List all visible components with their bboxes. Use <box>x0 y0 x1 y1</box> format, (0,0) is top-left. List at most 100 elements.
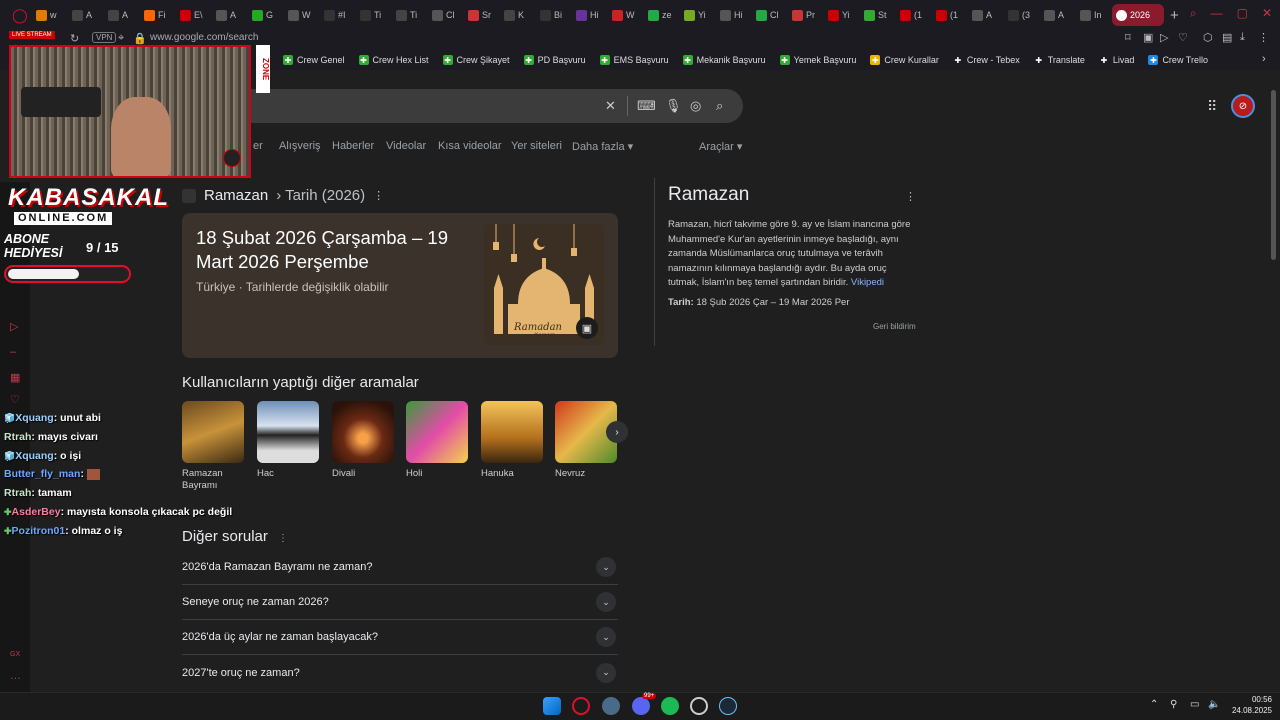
lens-icon[interactable]: ◎ <box>690 98 701 114</box>
bookmark-item[interactable]: ✚ PD Başvuru <box>523 55 586 65</box>
tab-tools[interactable]: Araçlar ▾ <box>699 140 742 153</box>
ramadan-image[interactable]: Ramadan Kareem ▣ <box>484 224 604 345</box>
keyboard-icon[interactable]: ⌨ <box>637 98 656 114</box>
browser-tab[interactable]: A <box>212 4 248 26</box>
bookmarks-more-icon[interactable]: › <box>1262 53 1266 65</box>
tile-label[interactable]: Hac <box>257 468 317 480</box>
browser-tab[interactable]: Pr <box>788 4 824 26</box>
browser-tab[interactable]: w <box>32 4 68 26</box>
browser-tab[interactable]: G <box>248 4 284 26</box>
bookmark-item[interactable]: ✚ Yemek Başvuru <box>779 55 856 65</box>
sidebar-player-icon[interactable]: ▷ <box>10 320 18 333</box>
sidebar-heart-icon[interactable]: ♡ <box>10 393 20 406</box>
app-circle-icon[interactable] <box>690 697 708 715</box>
bookmark-item[interactable]: ✚ Crew Şikayet <box>442 55 510 65</box>
tile-hanuka[interactable] <box>481 401 543 463</box>
browser-tab[interactable]: In <box>1076 4 1112 26</box>
reload-icon[interactable]: ↻ <box>70 32 79 45</box>
kp-title[interactable]: Ramazan <box>204 187 268 204</box>
browser-tab[interactable]: W <box>284 4 320 26</box>
bookmark-item[interactable]: ✚ Crew Genel <box>283 55 345 65</box>
maximize-button[interactable]: ▢ <box>1237 6 1248 21</box>
search-tabs-icon[interactable]: ⌕ <box>1190 6 1197 21</box>
tile-label[interactable]: Ramazan Bayramı <box>182 468 242 492</box>
browser-tab[interactable]: Yi <box>680 4 716 26</box>
new-tab-button[interactable]: + <box>1170 7 1179 24</box>
chevron-down-icon[interactable]: ⌄ <box>596 662 616 683</box>
tile-hac[interactable] <box>257 401 319 463</box>
browser-tab[interactable]: A <box>968 4 1004 26</box>
tray-volume-icon[interactable]: 🔈 <box>1208 699 1220 710</box>
play-icon[interactable]: ▷ <box>1160 31 1168 44</box>
chevron-down-icon[interactable]: ⌄ <box>596 557 616 577</box>
browser-tab[interactable]: A <box>1040 4 1076 26</box>
tab-short-videos[interactable]: Kısa videolar <box>438 140 502 152</box>
bookmark-icon[interactable]: ⌑ <box>1125 31 1131 44</box>
apps-grid-icon[interactable]: ⠿ <box>1207 98 1217 115</box>
mic-icon[interactable]: 🎙 <box>665 98 682 114</box>
bookmark-item[interactable]: ✚ Translate <box>1033 55 1085 65</box>
wallet-icon[interactable]: ▤ <box>1222 31 1232 44</box>
tab-more[interactable]: Daha fazla ▾ <box>572 140 633 153</box>
browser-tab[interactable]: Cl <box>428 4 464 26</box>
tab-active[interactable]: 2026 <box>1112 4 1164 26</box>
tray-chevron-icon[interactable]: ⌃ <box>1150 699 1158 710</box>
bookmark-item[interactable]: ✚ Crew - Tebex <box>952 55 1020 65</box>
bookmark-item[interactable]: ✚ Crew Kurallar <box>870 55 939 65</box>
address-field[interactable]: www.google.com/search <box>150 32 258 43</box>
bookmark-item[interactable]: ✚ EMS Başvuru <box>599 55 669 65</box>
browser-tab[interactable]: Hi <box>572 4 608 26</box>
browser-tab[interactable]: Bi <box>536 4 572 26</box>
app-icon[interactable] <box>602 697 620 715</box>
scrollbar[interactable] <box>1271 90 1276 260</box>
browser-tab[interactable]: K <box>500 4 536 26</box>
browser-tab[interactable]: (1 <box>932 4 968 26</box>
browser-tab[interactable]: Ti <box>356 4 392 26</box>
clear-icon[interactable]: ✕ <box>605 98 616 114</box>
browser-tab[interactable]: Sr <box>464 4 500 26</box>
browser-tab[interactable]: A <box>68 4 104 26</box>
paa-question[interactable]: 2027'te oruç ne zaman? ⌄ <box>182 655 618 690</box>
sidebar-gx-icon[interactable]: GX <box>10 651 20 658</box>
next-arrow-icon[interactable]: › <box>606 421 628 443</box>
tile-ramazan-bayrami[interactable] <box>182 401 244 463</box>
browser-tab[interactable]: Hi <box>716 4 752 26</box>
browser-tab[interactable]: Cl <box>752 4 788 26</box>
vpn-badge[interactable]: VPN <box>92 32 117 43</box>
wikipedia-link[interactable]: Vikipedi <box>851 277 884 288</box>
bookmark-item[interactable]: ✚ Crew Hex List <box>358 55 429 65</box>
image-expand-icon[interactable]: ▣ <box>576 317 598 339</box>
browser-tab[interactable]: (1 <box>896 4 932 26</box>
paa-question[interactable]: 2026'da Ramazan Bayramı ne zaman? ⌄ <box>182 550 618 585</box>
bookmark-item[interactable]: ✚ Livad <box>1098 55 1134 65</box>
tile-holi[interactable] <box>406 401 468 463</box>
discord-icon[interactable] <box>632 697 650 715</box>
browser-tab[interactable]: Fi <box>140 4 176 26</box>
extensions-icon[interactable]: ⬡ <box>1203 31 1213 44</box>
taskbar-clock[interactable]: 00:56 24.08.2025 <box>1228 694 1272 716</box>
download-icon[interactable]: ⤓ <box>1240 31 1245 44</box>
panel-more-icon[interactable]: ⋮ <box>905 190 916 203</box>
minimize-button[interactable]: — <box>1211 6 1223 21</box>
browser-tab[interactable]: (3 <box>1004 4 1040 26</box>
sidebar-more-icon[interactable]: … <box>10 670 21 682</box>
bookmark-item[interactable]: ✚ Crew Trello <box>1148 55 1208 65</box>
tab-web[interactable]: Yer siteleri <box>511 140 562 152</box>
tile-label[interactable]: Hanuka <box>481 468 541 480</box>
browser-tab[interactable]: ze <box>644 4 680 26</box>
paa-question[interactable]: 2026'da üç aylar ne zaman başlayacak? ⌄ <box>182 620 618 655</box>
menu-icon[interactable]: ⋮ <box>1258 31 1269 44</box>
browser-tab[interactable]: St <box>860 4 896 26</box>
chevron-down-icon[interactable]: ⌄ <box>596 592 616 612</box>
tray-monitor-icon[interactable]: ▭ <box>1190 699 1199 710</box>
snapshot-icon[interactable]: ▣ <box>1143 31 1153 44</box>
browser-tab[interactable]: W <box>608 4 644 26</box>
spotify-icon[interactable] <box>661 697 679 715</box>
close-button[interactable]: ✕ <box>1262 6 1272 21</box>
tab-shopping[interactable]: Alışveriş <box>279 140 321 152</box>
steam-icon[interactable] <box>719 697 737 715</box>
tile-label[interactable]: Nevruz <box>555 468 615 480</box>
browser-tab[interactable]: Yi <box>824 4 860 26</box>
kp-more-icon[interactable]: ⋮ <box>373 189 384 202</box>
browser-logo-icon[interactable]: ◯ <box>8 4 32 26</box>
